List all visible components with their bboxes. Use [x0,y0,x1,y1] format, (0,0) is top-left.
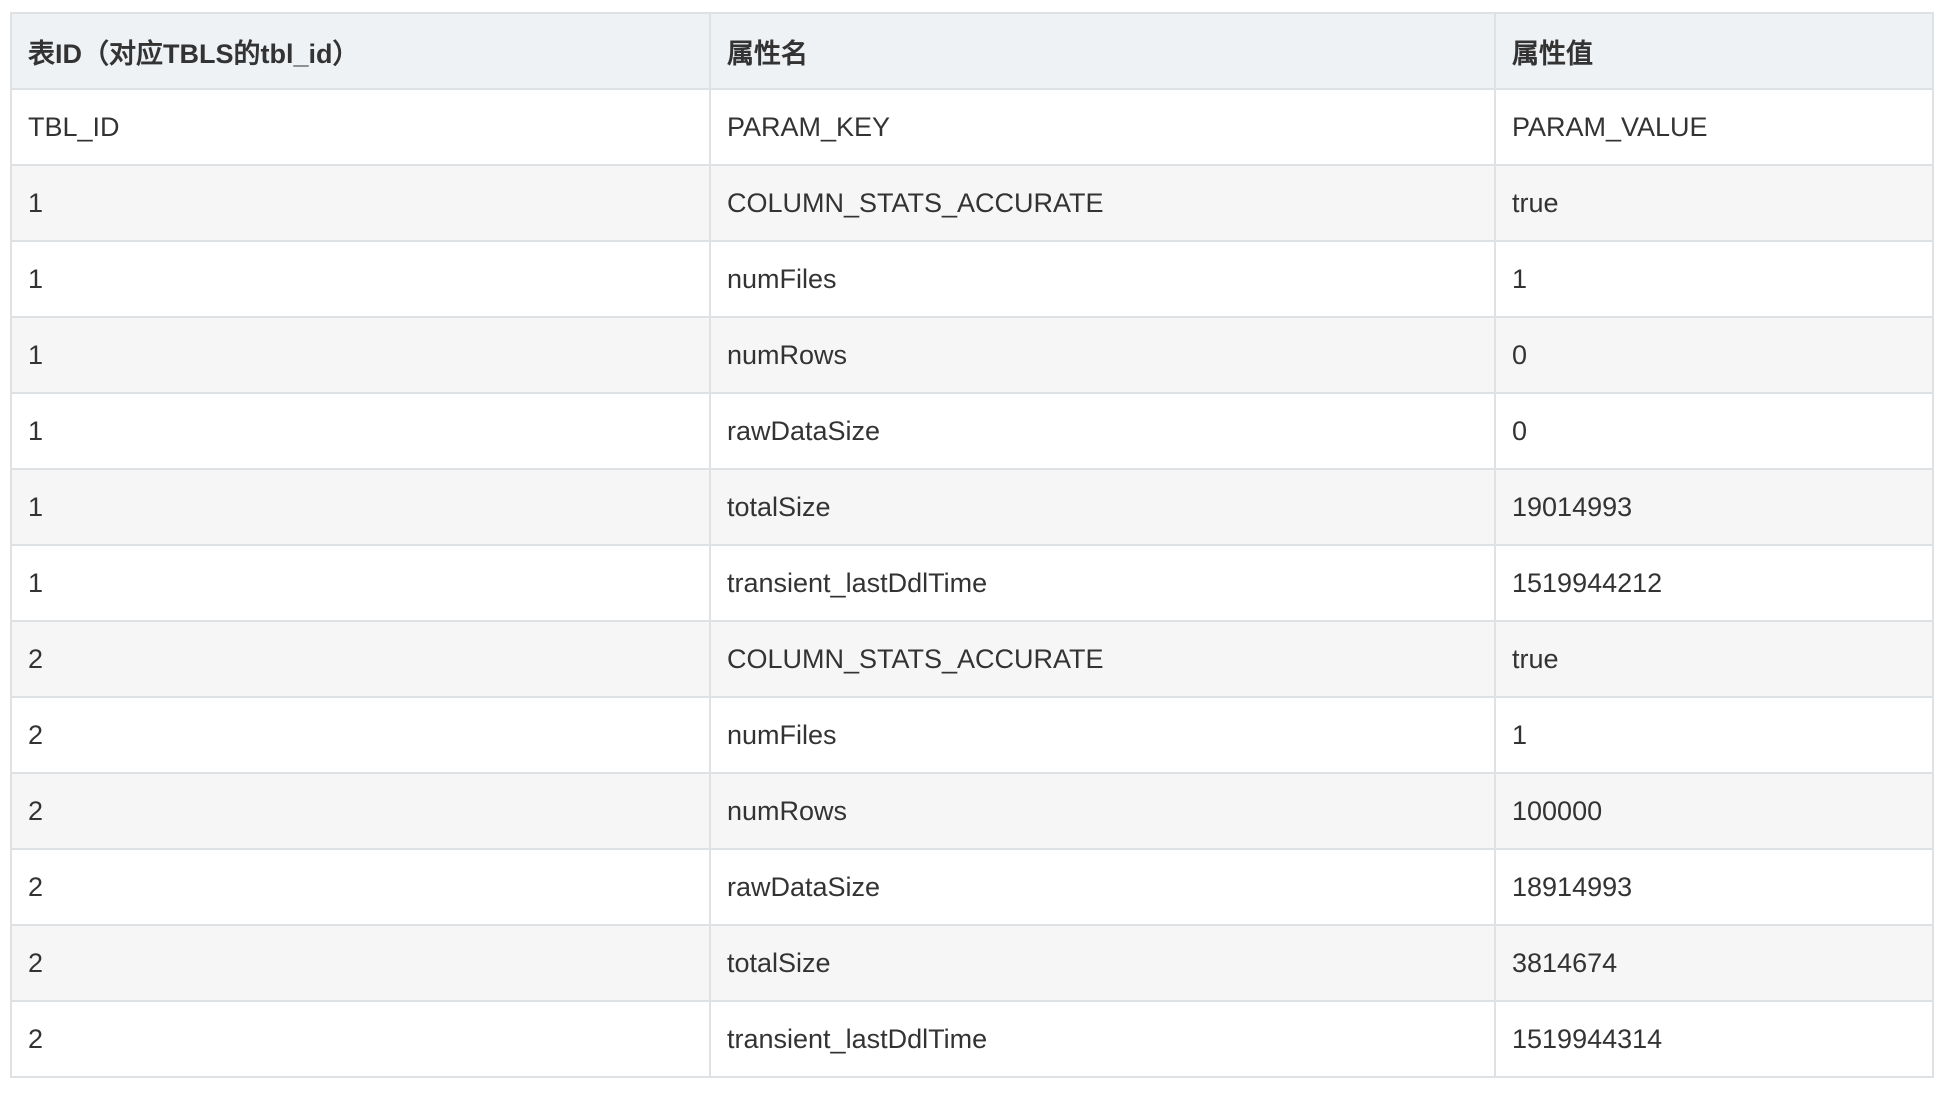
table-parameters: 表ID（对应TBLS的tbl_id） 属性名 属性值 TBL_ID PARAM_… [10,12,1934,1078]
cell-param-value: 1519944212 [1494,544,1934,622]
cell-param-key: totalSize [709,924,1496,1002]
cell-table-id: 2 [10,772,711,850]
table-row: 1 transient_lastDdlTime 1519944212 [10,544,1934,622]
cell-param-key: transient_lastDdlTime [709,1000,1496,1078]
cell-param-key: transient_lastDdlTime [709,544,1496,622]
table-body: TBL_ID PARAM_KEY PARAM_VALUE 1 COLUMN_ST… [10,88,1934,1078]
cell-table-id: 1 [10,240,711,318]
cell-param-value: 19014993 [1494,468,1934,546]
table-row: 2 numRows 100000 [10,772,1934,850]
cell-table-id: 2 [10,848,711,926]
cell-param-value: 100000 [1494,772,1934,850]
table-parameters-wrapper: 表ID（对应TBLS的tbl_id） 属性名 属性值 TBL_ID PARAM_… [10,12,1934,1078]
cell-param-value: 18914993 [1494,848,1934,926]
cell-param-value: 3814674 [1494,924,1934,1002]
cell-param-value: PARAM_VALUE [1494,88,1934,166]
table-row: TBL_ID PARAM_KEY PARAM_VALUE [10,88,1934,166]
cell-table-id: 1 [10,544,711,622]
table-row: 1 numRows 0 [10,316,1934,394]
header-param-value: 属性值 [1494,12,1934,90]
table-row: 1 totalSize 19014993 [10,468,1934,546]
cell-table-id: 2 [10,1000,711,1078]
cell-param-key: numRows [709,772,1496,850]
cell-param-key: numRows [709,316,1496,394]
cell-table-id: 1 [10,164,711,242]
table-row: 2 COLUMN_STATS_ACCURATE true [10,620,1934,698]
cell-param-key: COLUMN_STATS_ACCURATE [709,164,1496,242]
table-row: 1 rawDataSize 0 [10,392,1934,470]
cell-table-id: 2 [10,620,711,698]
cell-table-id: 1 [10,468,711,546]
cell-param-key: rawDataSize [709,848,1496,926]
table-row: 1 numFiles 1 [10,240,1934,318]
cell-param-key: totalSize [709,468,1496,546]
header-table-id: 表ID（对应TBLS的tbl_id） [10,12,711,90]
cell-param-value: true [1494,620,1934,698]
cell-table-id: TBL_ID [10,88,711,166]
table-row: 2 rawDataSize 18914993 [10,848,1934,926]
table-row: 2 numFiles 1 [10,696,1934,774]
cell-param-value: 1519944314 [1494,1000,1934,1078]
cell-param-key: PARAM_KEY [709,88,1496,166]
table-row: 2 totalSize 3814674 [10,924,1934,1002]
cell-param-key: COLUMN_STATS_ACCURATE [709,620,1496,698]
cell-param-key: numFiles [709,240,1496,318]
cell-param-value: 1 [1494,696,1934,774]
cell-table-id: 1 [10,316,711,394]
cell-table-id: 2 [10,696,711,774]
cell-table-id: 2 [10,924,711,1002]
header-param-key: 属性名 [709,12,1496,90]
cell-param-key: rawDataSize [709,392,1496,470]
table-row: 2 transient_lastDdlTime 1519944314 [10,1000,1934,1078]
cell-param-value: true [1494,164,1934,242]
cell-param-value: 0 [1494,316,1934,394]
header-row: 表ID（对应TBLS的tbl_id） 属性名 属性值 [10,12,1934,90]
table-header: 表ID（对应TBLS的tbl_id） 属性名 属性值 [10,12,1934,90]
cell-param-value: 1 [1494,240,1934,318]
cell-param-value: 0 [1494,392,1934,470]
cell-param-key: numFiles [709,696,1496,774]
table-row: 1 COLUMN_STATS_ACCURATE true [10,164,1934,242]
cell-table-id: 1 [10,392,711,470]
